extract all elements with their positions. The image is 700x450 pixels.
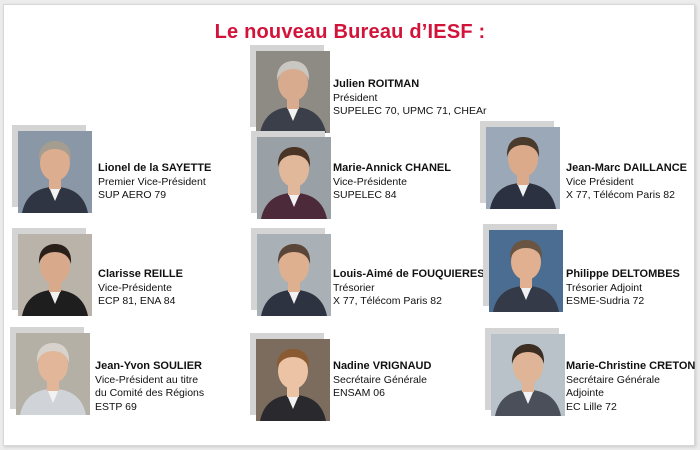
- page-title: Le nouveau Bureau d’IESF :: [214, 21, 486, 43]
- member-detail: ESTP 69: [95, 400, 137, 413]
- member-role: Secrétaire Générale: [333, 373, 427, 386]
- member-info: Marie-Christine CRETON Secrétaire Général…: [566, 360, 695, 414]
- member-detail: EC Lille 72: [566, 400, 617, 413]
- member-name: Jean-Yvon SOULIER: [95, 360, 202, 372]
- portrait-photo: [257, 137, 331, 219]
- member-role: Premier Vice-Président: [98, 175, 206, 188]
- portrait-photo: [16, 333, 90, 415]
- member-name: Marie-Annick CHANEL: [333, 162, 451, 174]
- member-detail: SUPELEC 70, UPMC 71, CHEAr: [333, 105, 487, 117]
- member-detail: ECP 81, ENA 84: [98, 295, 176, 307]
- portrait-photo: [486, 127, 560, 209]
- member-name: Julien ROITMAN: [333, 78, 420, 90]
- member-name: Marie-Christine CRETON: [566, 360, 696, 372]
- portrait-photo: [18, 234, 92, 316]
- member-role: Président: [333, 91, 378, 104]
- member-info: Marie-Annick CHANEL Vice-Présidente SUPELE…: [333, 162, 451, 203]
- member-role: Vice-Présidente: [98, 281, 172, 294]
- member-name: Philippe DELTOMBES: [566, 268, 680, 280]
- portrait-photo: [491, 334, 565, 416]
- member-role: Vice Président: [566, 175, 634, 188]
- member-detail: Adjointe: [566, 387, 604, 399]
- portrait-photo: [256, 339, 330, 421]
- member-name: Louis-Aimé de FOUQUIERES: [333, 268, 485, 280]
- member-role: Secrétaire Générale: [566, 373, 660, 386]
- member-name: Lionel de la SAYETTE: [98, 162, 212, 174]
- member-detail: ENSAM 06: [333, 387, 385, 399]
- member-name: Jean-Marc DAILLANCE: [566, 162, 688, 174]
- member-detail: SUP AERO 79: [98, 189, 167, 201]
- member-info: Louis-Aimé de FOUQUIERES Trésorier X 77, T…: [333, 268, 485, 309]
- member-info: Clarisse REILLE Vice-Présidente ECP 81, EN…: [98, 268, 183, 309]
- member-name: Nadine VRIGNAUD: [333, 360, 432, 372]
- portrait-photo: [489, 230, 563, 312]
- member-info: Jean-Yvon SOULIER Vice-Président au titre…: [95, 360, 204, 414]
- member-info: Nadine VRIGNAUD Secrétaire Générale ENSAM …: [333, 360, 431, 401]
- member-name: Clarisse REILLE: [98, 268, 183, 280]
- member-role: Vice-Président au titre: [95, 373, 199, 386]
- member-role: Vice-Présidente: [333, 175, 407, 188]
- member-info: Julien ROITMAN Président SUPELEC 70, UPMC …: [333, 78, 486, 119]
- member-detail: X 77, Télécom Paris 82: [333, 295, 442, 307]
- member-detail: SUPELEC 84: [333, 189, 397, 201]
- member-info: Jean-Marc DAILLANCE Vice Président X 77, T…: [566, 162, 687, 203]
- member-detail: du Comité des Régions: [95, 387, 205, 399]
- portrait-photo: [256, 51, 330, 133]
- member-role: Trésorier: [333, 281, 375, 294]
- member-info: Philippe DELTOMBES Trésorier Adjoint ESME-…: [566, 268, 680, 309]
- portrait-photo: [18, 131, 92, 213]
- member-detail: ESME-Sudria 72: [566, 295, 645, 307]
- member-info: Lionel de la SAYETTE Premier Vice-Préside…: [98, 162, 211, 203]
- portrait-photo: [257, 234, 331, 316]
- member-role: Trésorier Adjoint: [566, 281, 643, 294]
- member-detail: X 77, Télécom Paris 82: [566, 189, 675, 201]
